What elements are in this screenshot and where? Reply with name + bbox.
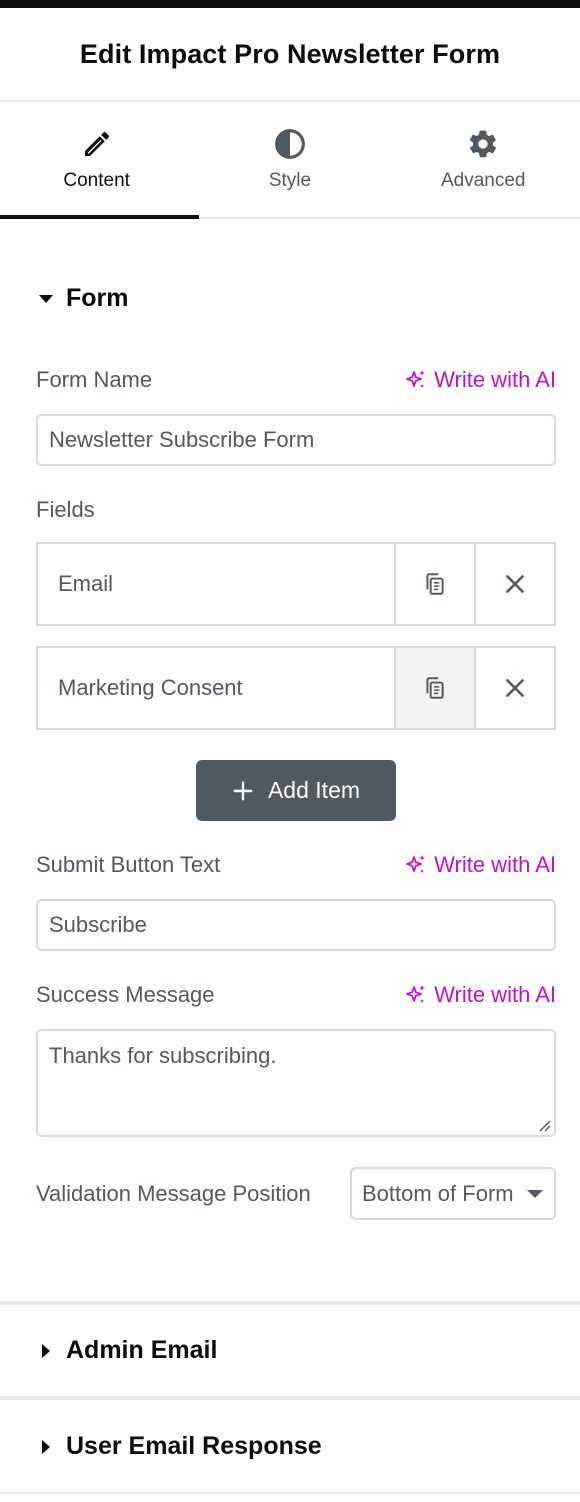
duplicate-button[interactable]	[394, 648, 474, 728]
section-admin-email-title: Admin Email	[66, 1336, 218, 1364]
submit-button-text-label: Submit Button Text	[36, 852, 221, 877]
caret-right-icon	[42, 1343, 50, 1358]
repeater-item: Email	[36, 542, 556, 626]
success-message-value: Thanks for subscribing.	[49, 1043, 277, 1068]
tab-advanced-label: Advanced	[440, 170, 526, 191]
tab-style[interactable]: Style	[193, 104, 386, 217]
tab-content[interactable]: Content	[0, 104, 200, 219]
section-form-toggle[interactable]: Form	[36, 284, 129, 313]
tab-content-label: Content	[63, 170, 130, 191]
success-message-label: Success Message	[36, 982, 215, 1007]
panel-title: Edit Impact Pro Newsletter Form	[79, 38, 501, 69]
resize-grip-icon[interactable]	[537, 1118, 551, 1132]
submit-button-text-value: Subscribe	[49, 912, 147, 937]
section-user-email-toggle[interactable]: User Email Response	[36, 1432, 322, 1461]
contrast-icon	[275, 129, 305, 159]
tab-advanced[interactable]: Advanced	[387, 104, 580, 217]
remove-button[interactable]	[474, 648, 554, 728]
repeater-item-title[interactable]: Email	[38, 544, 394, 624]
copy-icon	[426, 677, 444, 699]
top-bar	[0, 0, 580, 8]
close-icon	[506, 575, 524, 593]
section-admin-email-toggle[interactable]: Admin Email	[36, 1336, 217, 1365]
section-user-email-title: User Email Response	[66, 1432, 322, 1460]
write-with-ai-submit[interactable]: Write with AI	[404, 852, 556, 878]
caret-right-icon	[42, 1439, 50, 1454]
validation-position-select[interactable]: Bottom of Form	[350, 1167, 556, 1220]
fields-label: Fields	[36, 497, 95, 522]
form-name-label: Form Name	[36, 367, 153, 392]
write-with-ai-success[interactable]: Write with AI	[404, 982, 556, 1008]
repeater-item: Marketing Consent	[36, 646, 556, 730]
success-message-textarea[interactable]: Thanks for subscribing.	[36, 1029, 556, 1137]
duplicate-button[interactable]	[394, 544, 474, 624]
section-divider	[0, 1301, 580, 1305]
section-form-title: Form	[66, 284, 129, 312]
repeater-item-title[interactable]: Marketing Consent	[38, 648, 394, 728]
submit-button-text-input[interactable]: Subscribe	[36, 899, 556, 951]
sparkle-icon	[406, 855, 426, 873]
plus-icon	[233, 781, 253, 800]
sparkle-icon	[406, 370, 426, 388]
chevron-down-icon	[527, 1190, 543, 1198]
repeater-item-label: Marketing Consent	[58, 675, 243, 700]
tab-bar: Content Style Advanced	[0, 104, 580, 219]
pencil-icon	[84, 131, 109, 156]
tab-style-label: Style	[268, 170, 312, 191]
form-name-input[interactable]: Newsletter Subscribe Form	[36, 414, 556, 466]
write-with-ai-label: Write with AI	[434, 852, 556, 877]
form-name-value: Newsletter Subscribe Form	[49, 427, 315, 452]
gear-icon	[470, 130, 497, 158]
remove-button[interactable]	[474, 544, 554, 624]
validation-position-value: Bottom of Form	[362, 1180, 514, 1206]
section-divider	[0, 1396, 580, 1400]
write-with-ai-form-name[interactable]: Write with AI	[404, 367, 556, 393]
add-item-label: Add Item	[267, 777, 361, 803]
caret-down-icon	[39, 294, 53, 303]
repeater-item-label: Email	[58, 571, 114, 596]
sparkle-icon	[406, 985, 426, 1003]
validation-position-label: Validation Message Position	[36, 1181, 311, 1206]
add-item-button[interactable]: Add Item	[196, 760, 396, 821]
write-with-ai-label: Write with AI	[434, 367, 556, 392]
panel-header: Edit Impact Pro Newsletter Form	[0, 8, 580, 102]
close-icon	[506, 679, 524, 697]
copy-icon	[426, 573, 444, 595]
write-with-ai-label: Write with AI	[434, 982, 556, 1007]
section-divider	[0, 1492, 580, 1494]
